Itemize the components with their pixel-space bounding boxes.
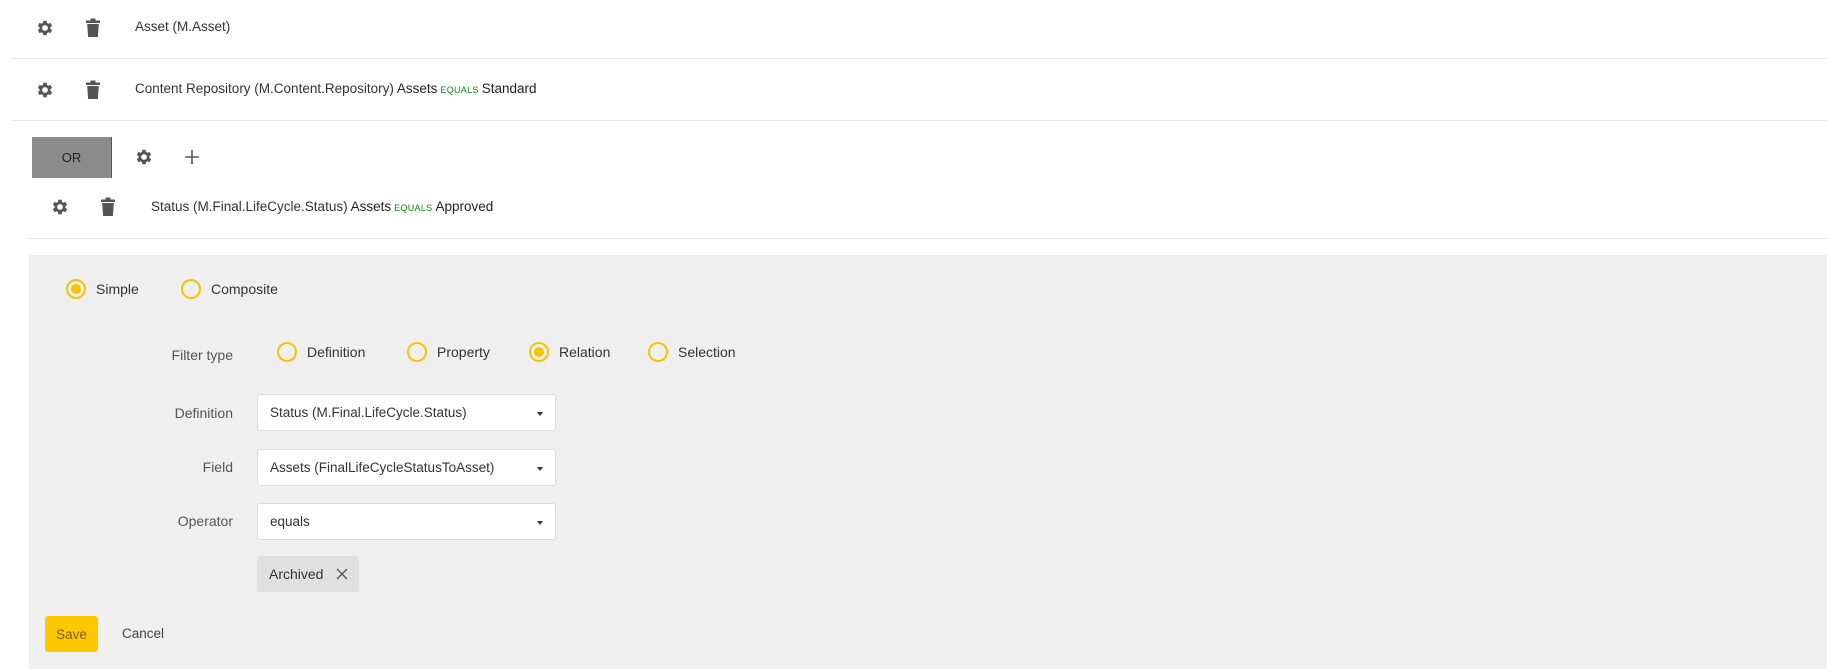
gear-icon[interactable] <box>34 17 56 39</box>
caret-down-icon <box>537 467 543 471</box>
radio-label: Definition <box>307 344 366 360</box>
divider <box>12 120 1827 121</box>
radio-label: Selection <box>678 344 736 360</box>
divider <box>29 238 1827 239</box>
radio-label: Simple <box>96 281 139 297</box>
operator-label: Operator <box>177 513 233 529</box>
gear-icon[interactable] <box>34 79 56 101</box>
filter-field: Assets <box>396 81 438 96</box>
field-select[interactable]: Assets (FinalLifeCycleStatusToAsset) <box>257 449 556 486</box>
field-value: Assets (FinalLifeCycleStatusToAsset) <box>270 460 495 475</box>
filter-text: Asset (M.Asset) <box>135 18 230 36</box>
radio-label: Relation <box>559 344 611 360</box>
definition-label: Definition <box>174 405 233 421</box>
radio-circle[interactable] <box>648 342 668 362</box>
radio-circle[interactable] <box>277 342 297 362</box>
trash-icon[interactable] <box>82 79 104 101</box>
operator-value: equals <box>270 514 310 529</box>
operator-select[interactable]: equals <box>257 503 556 540</box>
group-logic-button[interactable]: OR <box>32 137 112 178</box>
filter-entity: Status (M.Final.LifeCycle.Status) <box>151 199 348 214</box>
divider <box>12 58 1827 59</box>
caret-down-icon <box>537 521 543 525</box>
filter-operator: EQUALS <box>394 200 433 214</box>
radio-circle[interactable] <box>66 279 86 299</box>
filter-field: Assets <box>350 199 392 214</box>
filter-entity: Content Repository (M.Content.Repository… <box>135 81 394 96</box>
trash-icon[interactable] <box>82 17 104 39</box>
radio-selection[interactable]: Selection <box>648 342 736 362</box>
filter-value: Standard <box>481 81 537 96</box>
radio-property[interactable]: Property <box>407 342 490 362</box>
chip-label: Archived <box>269 566 324 582</box>
radio-definition[interactable]: Definition <box>277 342 365 362</box>
gear-icon[interactable] <box>49 196 71 218</box>
save-button[interactable]: Save <box>45 616 98 652</box>
radio-label: Composite <box>211 281 278 297</box>
filter-value: Approved <box>435 199 494 214</box>
filter-text: Content Repository (M.Content.Repository… <box>135 80 537 98</box>
filter-text: Status (M.Final.LifeCycle.Status) Assets… <box>151 198 493 216</box>
close-icon[interactable] <box>334 566 350 582</box>
definition-select[interactable]: Status (M.Final.LifeCycle.Status) <box>257 394 556 431</box>
definition-value: Status (M.Final.LifeCycle.Status) <box>270 405 467 420</box>
radio-relation[interactable]: Relation <box>529 342 610 362</box>
gear-icon[interactable] <box>133 146 155 168</box>
value-chip: Archived <box>257 556 359 592</box>
trash-icon[interactable] <box>97 196 119 218</box>
radio-label: Property <box>437 344 490 360</box>
radio-circle[interactable] <box>529 342 549 362</box>
filter-type-label: Filter type <box>171 347 233 363</box>
radio-circle[interactable] <box>181 279 201 299</box>
filter-operator: EQUALS <box>440 82 479 96</box>
plus-icon[interactable] <box>181 146 203 168</box>
radio-composite[interactable]: Composite <box>181 279 278 299</box>
cancel-button[interactable]: Cancel <box>122 625 164 643</box>
filter-entity: Asset (M.Asset) <box>135 19 231 34</box>
field-label: Field <box>202 459 233 475</box>
radio-simple[interactable]: Simple <box>66 279 139 299</box>
caret-down-icon <box>537 412 543 416</box>
radio-circle[interactable] <box>407 342 427 362</box>
